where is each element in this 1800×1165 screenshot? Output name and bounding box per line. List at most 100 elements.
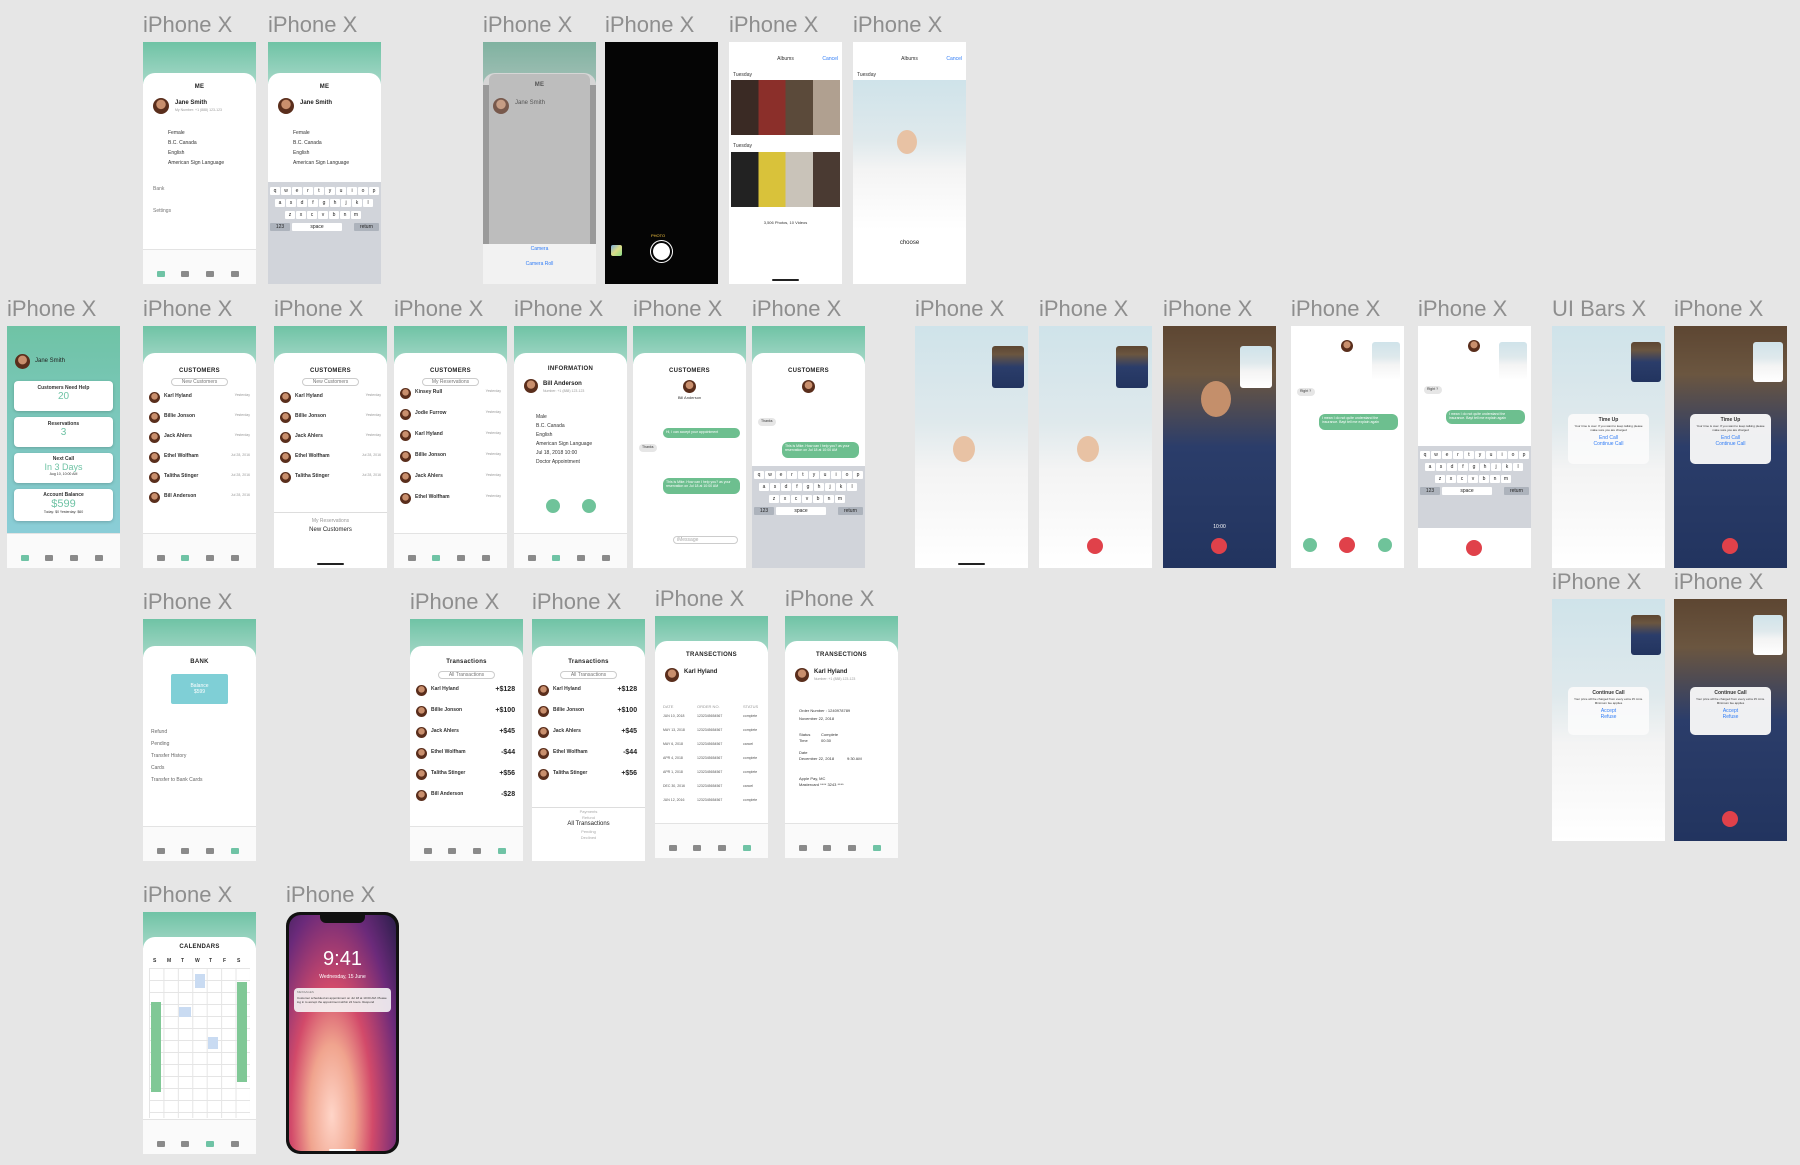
key[interactable]: w xyxy=(765,471,775,480)
shutter-button[interactable] xyxy=(653,243,670,260)
key[interactable]: u xyxy=(820,471,830,480)
option-camera[interactable]: Camera xyxy=(483,246,596,252)
filter-dropdown[interactable]: All Transactions xyxy=(438,671,495,679)
transaction-name[interactable]: Jack Ahlers xyxy=(553,728,581,734)
key[interactable]: u xyxy=(336,187,346,196)
transaction-name[interactable]: Talitha Stinger xyxy=(553,770,587,776)
customer-name[interactable]: Billie Jonson xyxy=(415,452,446,458)
key[interactable]: a xyxy=(275,199,285,208)
menu-settings[interactable]: Settings xyxy=(153,208,171,214)
key[interactable]: l xyxy=(1513,462,1523,471)
key[interactable]: q xyxy=(1420,450,1430,459)
cancel-button[interactable]: Cancel xyxy=(822,56,838,62)
continue-call-option[interactable]: Continue Call xyxy=(1690,441,1771,447)
end-call-button[interactable] xyxy=(1211,538,1227,554)
keyboard[interactable]: q w e r t y u i o p a s d f g h j k l z x c v b n m 123 space return xyxy=(1418,445,1531,528)
key[interactable]: k xyxy=(352,199,362,208)
menu-bank[interactable]: Bank xyxy=(153,186,164,192)
key[interactable]: f xyxy=(1458,462,1468,471)
self-view[interactable] xyxy=(1499,342,1527,380)
menu-option[interactable]: Declined xyxy=(532,835,645,840)
key[interactable]: w xyxy=(1431,450,1441,459)
menu-option[interactable]: Payments xyxy=(532,809,645,814)
camera-mode[interactable]: PHOTO xyxy=(651,233,665,238)
bank-item[interactable]: Refund xyxy=(151,729,167,735)
customer-name[interactable]: Karl Hyland xyxy=(295,393,323,399)
key[interactable]: t xyxy=(314,187,324,196)
key[interactable]: n xyxy=(340,211,350,220)
customer-name[interactable]: Jack Ahlers xyxy=(164,433,192,439)
return-key[interactable]: return xyxy=(838,507,863,516)
menu-option[interactable]: Refund xyxy=(532,815,645,820)
key[interactable]: f xyxy=(308,199,318,208)
key[interactable]: w xyxy=(281,187,291,196)
self-view[interactable] xyxy=(1753,342,1783,382)
filter-dropdown[interactable]: All Transactions xyxy=(560,671,617,679)
option-camera-roll[interactable]: Camera Roll xyxy=(483,261,596,267)
key[interactable]: p xyxy=(1519,450,1529,459)
key[interactable]: h xyxy=(330,199,340,208)
key[interactable]: o xyxy=(842,471,852,480)
key[interactable]: s xyxy=(770,483,780,492)
bank-item[interactable]: Transfer to Bank Cards xyxy=(151,777,203,783)
thumbnail[interactable] xyxy=(611,245,622,256)
choose-button[interactable]: choose xyxy=(853,240,966,246)
key[interactable]: a xyxy=(759,483,769,492)
key[interactable]: k xyxy=(1502,462,1512,471)
bank-item[interactable]: Transfer History xyxy=(151,753,186,759)
key[interactable]: j xyxy=(1491,462,1501,471)
customer-name[interactable]: Kinsey Rull xyxy=(415,389,442,395)
customer-name[interactable]: Ethel Wolfham xyxy=(164,453,199,459)
key[interactable]: r xyxy=(303,187,313,196)
cancel-button[interactable]: Cancel xyxy=(946,56,962,62)
key[interactable]: c xyxy=(307,211,317,220)
key[interactable]: x xyxy=(1446,474,1456,483)
transaction-name[interactable]: Ethel Wolfham xyxy=(431,749,466,755)
calendar-grid[interactable] xyxy=(149,968,250,1118)
transaction-name[interactable]: Bill Anderson xyxy=(431,791,463,797)
key[interactable]: x xyxy=(296,211,306,220)
key[interactable]: v xyxy=(802,495,812,504)
card-reservations[interactable]: Reservations 3 xyxy=(13,417,114,447)
menu-option-selected[interactable]: All Transactions xyxy=(532,821,645,827)
self-view[interactable] xyxy=(1631,342,1661,382)
filter-dropdown[interactable]: New Customers xyxy=(302,378,359,386)
self-view[interactable] xyxy=(1372,342,1400,380)
key[interactable]: a xyxy=(1425,462,1435,471)
customer-name[interactable]: Talitha Stinger xyxy=(295,473,329,479)
key[interactable]: t xyxy=(1464,450,1474,459)
key[interactable]: b xyxy=(1479,474,1489,483)
numbers-key[interactable]: 123 xyxy=(1420,486,1440,495)
transaction-name[interactable]: Karl Hyland xyxy=(553,686,581,692)
key[interactable]: r xyxy=(1453,450,1463,459)
key[interactable]: l xyxy=(847,483,857,492)
key[interactable]: v xyxy=(1468,474,1478,483)
menu-option-selected[interactable]: New Customers xyxy=(274,527,387,533)
menu-option[interactable]: My Reservations xyxy=(274,518,387,524)
self-view[interactable] xyxy=(1753,615,1783,655)
keyboard[interactable]: q w e r t y u i o p a s d f g h j k l z x c v b n m 123 space return xyxy=(752,466,865,568)
card-balance[interactable]: Account Balance $599 Today: $0 Yesterday… xyxy=(13,489,114,521)
customer-name[interactable]: Bill Anderson xyxy=(164,493,196,499)
key[interactable]: i xyxy=(831,471,841,480)
bank-item[interactable]: Cards xyxy=(151,765,164,771)
space-key[interactable]: space xyxy=(776,507,826,516)
key[interactable]: p xyxy=(853,471,863,480)
return-key[interactable]: return xyxy=(1504,486,1529,495)
card-customers[interactable]: Customers Need Help 20 xyxy=(13,381,114,411)
key[interactable]: y xyxy=(1475,450,1485,459)
key[interactable]: t xyxy=(798,471,808,480)
menu-option[interactable]: Pending xyxy=(532,829,645,834)
key[interactable]: z xyxy=(285,211,295,220)
key[interactable]: c xyxy=(791,495,801,504)
self-view[interactable] xyxy=(992,346,1024,388)
message-button[interactable] xyxy=(582,499,596,513)
key[interactable]: b xyxy=(329,211,339,220)
key[interactable]: y xyxy=(809,471,819,480)
key[interactable]: d xyxy=(1447,462,1457,471)
key[interactable]: i xyxy=(1497,450,1507,459)
keyboard[interactable]: q w e r t y u i o p a s d f g h j k l z x c v b n m 123 space return xyxy=(268,182,381,284)
key[interactable]: s xyxy=(286,199,296,208)
customer-name[interactable]: Billie Jonson xyxy=(295,413,326,419)
return-key[interactable]: return xyxy=(354,223,379,232)
